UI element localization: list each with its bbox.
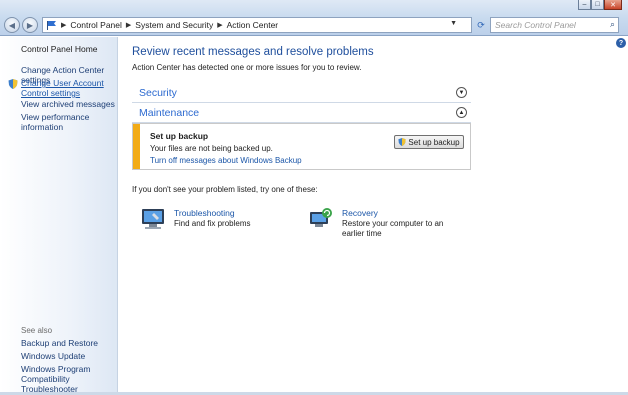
breadcrumb-action-center[interactable]: Action Center: [227, 20, 279, 30]
search-input[interactable]: Search Control Panel ⌕: [490, 17, 619, 33]
search-placeholder: Search Control Panel: [495, 20, 576, 30]
troubleshooting-icon: [142, 209, 164, 229]
left-navigation-pane: Control Panel Home Change Action Center …: [0, 37, 118, 394]
breadcrumb-separator-icon[interactable]: ▶: [217, 21, 222, 29]
set-up-backup-label: Set up backup: [408, 137, 460, 147]
breadcrumb-separator-icon: ▶: [61, 22, 67, 29]
uac-shield-icon: [8, 79, 18, 89]
recovery-icon: [310, 208, 332, 227]
backup-alert: Set up backup Your files are not being b…: [132, 123, 471, 170]
alert-severity-bar: [133, 124, 140, 169]
chevron-up-icon[interactable]: ▲: [456, 107, 467, 118]
breadcrumb-control-panel[interactable]: Control Panel: [70, 20, 122, 30]
refresh-icon[interactable]: ⟳: [474, 17, 488, 33]
security-section[interactable]: Security ▼: [132, 83, 471, 103]
minimize-button[interactable]: –: [578, 0, 591, 10]
troubleshooting-tool[interactable]: Troubleshooting Find and fix problems: [140, 207, 290, 233]
troubleshooting-link[interactable]: Troubleshooting: [174, 208, 235, 218]
address-dropdown-icon[interactable]: ▼: [450, 20, 457, 27]
page-subtitle: Action Center has detected one or more i…: [132, 63, 362, 72]
address-bar[interactable]: ▶ Control Panel ▶ System and Security ▶ …: [42, 17, 472, 33]
recovery-description: Restore your computer to an earlier time: [342, 219, 444, 238]
not-listed-text: If you don't see your problem listed, tr…: [132, 185, 318, 194]
main-content: Review recent messages and resolve probl…: [119, 37, 615, 393]
change-uac-settings-link[interactable]: Change User Account Control settings: [21, 78, 117, 98]
see-also-label: See also: [21, 326, 53, 335]
search-icon[interactable]: ⌕: [610, 19, 615, 30]
alert-title: Set up backup: [150, 131, 209, 141]
action-center-flag-icon: [47, 20, 56, 30]
title-bar: – □ ✕ ◀ ▶ ▶ Control Panel ▶ System and S…: [0, 0, 628, 36]
windows-update-link[interactable]: Windows Update: [21, 351, 85, 361]
compatibility-troubleshooter-link[interactable]: Windows Program Compatibility Troublesho…: [21, 364, 117, 394]
close-button[interactable]: ✕: [604, 0, 622, 10]
maintenance-section-label[interactable]: Maintenance: [139, 107, 199, 119]
shield-icon: [398, 138, 407, 146]
recovery-tool[interactable]: Recovery Restore your computer to an ear…: [308, 207, 468, 241]
window-controls: – □ ✕: [578, 0, 622, 10]
chevron-down-icon[interactable]: ▼: [456, 87, 467, 98]
set-up-backup-button[interactable]: Set up backup: [394, 135, 464, 149]
turn-off-backup-messages-link[interactable]: Turn off messages about Windows Backup: [150, 156, 302, 165]
breadcrumb-separator-icon[interactable]: ▶: [126, 21, 131, 29]
back-button[interactable]: ◀: [4, 17, 20, 33]
troubleshooting-description: Find and fix problems: [174, 219, 251, 228]
maximize-button[interactable]: □: [591, 0, 604, 10]
forward-button[interactable]: ▶: [22, 17, 38, 33]
control-panel-home-link[interactable]: Control Panel Home: [21, 44, 98, 54]
security-section-label[interactable]: Security: [139, 87, 177, 99]
breadcrumb-system-security[interactable]: System and Security: [135, 20, 213, 30]
backup-and-restore-link[interactable]: Backup and Restore: [21, 338, 98, 348]
maintenance-section[interactable]: Maintenance ▲: [132, 103, 471, 123]
recovery-link[interactable]: Recovery: [342, 208, 378, 218]
page-title: Review recent messages and resolve probl…: [132, 46, 374, 58]
view-performance-information-link[interactable]: View performance information: [21, 112, 117, 132]
view-archived-messages-link[interactable]: View archived messages: [21, 99, 115, 109]
alert-message: Your files are not being backed up.: [150, 144, 273, 153]
help-icon[interactable]: ?: [616, 38, 626, 48]
